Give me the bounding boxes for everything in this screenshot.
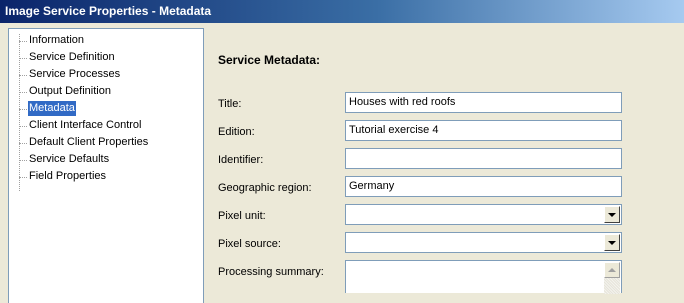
tree-item-information[interactable]: Information [9, 33, 204, 49]
tree-item-label: Default Client Properties [29, 136, 149, 148]
geographic-region-label: Geographic region: [218, 182, 312, 194]
tree-item-metadata[interactable]: Metadata [9, 101, 204, 117]
tree-item-service-defaults[interactable]: Service Defaults [9, 152, 204, 168]
chevron-up-icon [608, 268, 616, 272]
tree-item-client-interface-control[interactable]: Client Interface Control [9, 118, 204, 134]
tree-branch-line [19, 41, 27, 42]
metadata-panel: Service Metadata: Title: Houses with red… [205, 23, 684, 303]
tree-item-label: Information [29, 34, 85, 46]
scroll-track[interactable] [604, 278, 620, 294]
tree-item-label: Output Definition [29, 85, 111, 97]
title-input[interactable]: Houses with red roofs [345, 92, 622, 113]
tree-item-service-definition[interactable]: Service Definition [9, 50, 204, 66]
tree-item-service-processes[interactable]: Service Processes [9, 67, 204, 83]
tree-item-output-definition[interactable]: Output Definition [9, 84, 204, 100]
tree-item-label: Field Properties [29, 170, 107, 182]
pixel-unit-dropdown[interactable] [345, 204, 622, 225]
pixel-source-label: Pixel source: [218, 238, 281, 250]
tree-branch-line [19, 109, 27, 110]
tree-branch-line [19, 143, 27, 144]
pixel-source-dropdown[interactable] [345, 232, 622, 253]
tree-item-label: Service Definition [29, 51, 115, 63]
geographic-region-input[interactable]: Germany [345, 176, 622, 197]
chevron-down-icon [608, 213, 616, 217]
identifier-label: Identifier: [218, 154, 264, 166]
tree-item-label: Service Defaults [29, 153, 110, 165]
tree-item-label: Service Processes [29, 68, 121, 80]
tree-branch-line [19, 92, 27, 93]
processing-summary-label: Processing summary: [218, 266, 324, 278]
identifier-input[interactable] [345, 148, 622, 169]
chevron-down-icon [608, 241, 616, 245]
pixel-source-dropdown-button[interactable] [604, 234, 620, 251]
window-title: Image Service Properties - Metadata [0, 0, 684, 23]
section-title: Service Metadata: [218, 53, 321, 67]
tree-item-field-properties[interactable]: Field Properties [9, 169, 204, 185]
edition-label: Edition: [218, 126, 255, 138]
tree-branch-line [19, 58, 27, 59]
tree-branch-line [19, 160, 27, 161]
pixel-unit-label: Pixel unit: [218, 210, 266, 222]
tree-branch-line [19, 177, 27, 178]
edition-input[interactable]: Tutorial exercise 4 [345, 120, 622, 141]
properties-window: Image Service Properties - Metadata Info… [0, 0, 684, 303]
processing-summary-textarea[interactable] [345, 260, 622, 294]
tree-branch-line [19, 126, 27, 127]
vertical-scrollbar[interactable] [604, 262, 620, 294]
tree-item-default-client-properties[interactable]: Default Client Properties [9, 135, 204, 151]
pixel-unit-dropdown-button[interactable] [604, 206, 620, 223]
tree-item-label-selected: Metadata [28, 101, 76, 116]
title-label: Title: [218, 98, 242, 110]
scroll-up-button[interactable] [604, 262, 620, 278]
tree-branch-line [19, 75, 27, 76]
tree-item-label: Client Interface Control [29, 119, 142, 131]
navigation-tree[interactable]: Information Service Definition Service P… [8, 28, 204, 303]
